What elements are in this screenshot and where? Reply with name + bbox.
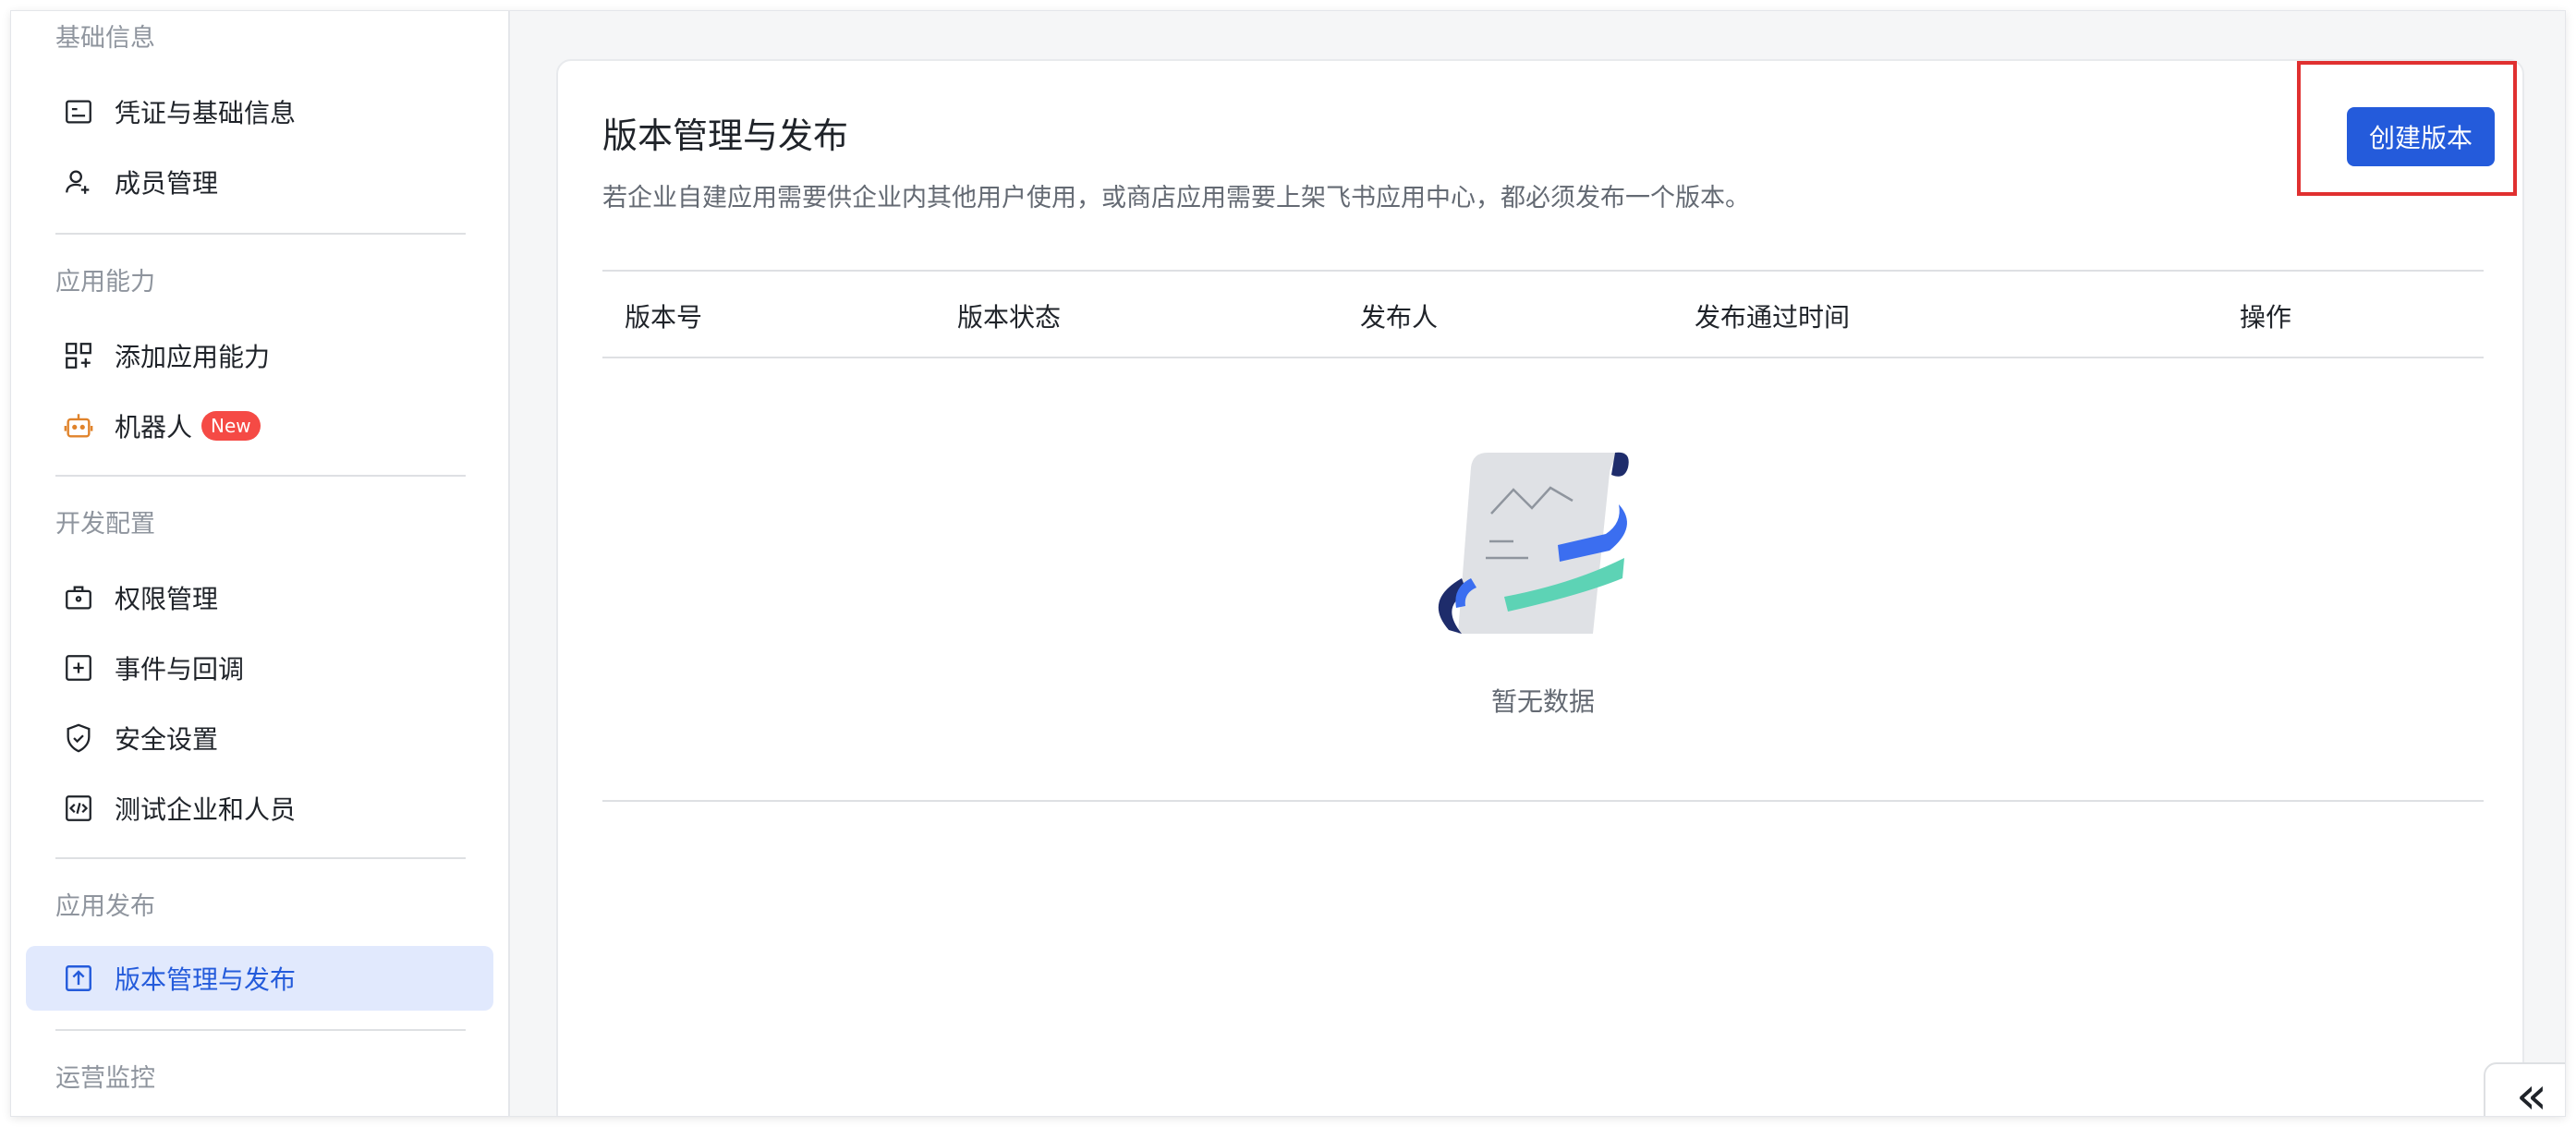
sidebar-item-credentials[interactable]: 凭证与基础信息 — [26, 79, 493, 144]
sidebar-item-label: 测试企业和人员 — [115, 794, 297, 825]
upload-icon — [63, 963, 94, 994]
empty-state: 暂无数据 — [602, 358, 2484, 802]
sidebar-item-test-org[interactable]: 测试企业和人员 — [26, 776, 493, 841]
sidebar-item-robot[interactable]: 机器人 New — [26, 394, 493, 458]
page-description: 若企业自建应用需要供企业内其他用户使用，或商店应用需要上架飞书应用中心，都必须发… — [602, 184, 1750, 212]
sidebar-item-label: 凭证与基础信息 — [115, 98, 297, 128]
sidebar-divider — [55, 857, 466, 859]
sidebar-divider — [55, 1029, 466, 1031]
credential-icon — [63, 96, 94, 127]
group-title-basic-info: 基础信息 — [55, 24, 155, 53]
sidebar-item-label: 版本管理与发布 — [115, 964, 297, 995]
column-header-actions: 操作 — [2240, 302, 2292, 333]
sidebar-item-events[interactable]: 事件与回调 — [26, 636, 493, 700]
sidebar-item-security[interactable]: 安全设置 — [26, 706, 493, 770]
sidebar-divider — [55, 233, 466, 235]
double-chevron-left-icon: « — [2515, 1066, 2548, 1117]
sidebar: 基础信息 凭证与基础信息 成员管理 应用能力 添加应用能力 机器人 New 开发… — [11, 11, 510, 1116]
column-header-version: 版本号 — [625, 302, 703, 333]
page-title: 版本管理与发布 — [602, 115, 849, 156]
table-header: 版本号 版本状态 发布人 发布通过时间 操作 — [602, 270, 2484, 358]
sidebar-item-label: 添加应用能力 — [115, 342, 271, 372]
apps-add-icon — [63, 340, 94, 371]
user-add-icon — [63, 166, 94, 198]
empty-state-text: 暂无数据 — [1490, 686, 1595, 717]
event-add-icon — [63, 652, 94, 684]
sidebar-item-label: 成员管理 — [115, 168, 219, 199]
collapse-sidebar-button[interactable]: « — [2484, 1062, 2565, 1116]
shield-check-icon — [63, 722, 94, 754]
sidebar-item-permissions[interactable]: 权限管理 — [26, 565, 493, 630]
group-title-dev-config: 开发配置 — [55, 510, 155, 539]
robot-icon — [63, 410, 94, 442]
group-title-operations: 运营监控 — [55, 1064, 155, 1093]
sidebar-item-label: 机器人 — [115, 412, 193, 442]
version-table: 版本号 版本状态 发布人 发布通过时间 操作 暂无数据 — [602, 270, 2484, 802]
empty-data-illustration — [1438, 452, 1629, 634]
column-header-approved-time: 发布通过时间 — [1695, 302, 1851, 333]
sidebar-item-label: 权限管理 — [115, 584, 219, 614]
group-title-app-capabilities: 应用能力 — [55, 268, 155, 297]
new-badge: New — [201, 411, 261, 441]
code-icon — [63, 793, 94, 824]
sidebar-item-label: 事件与回调 — [115, 654, 245, 685]
permission-icon — [63, 582, 94, 613]
sidebar-item-members[interactable]: 成员管理 — [26, 150, 493, 214]
sidebar-item-add-capability[interactable]: 添加应用能力 — [26, 323, 493, 388]
column-header-publisher: 发布人 — [1360, 302, 1439, 333]
app-window: 基础信息 凭证与基础信息 成员管理 应用能力 添加应用能力 机器人 New 开发… — [11, 11, 2565, 1116]
create-version-button[interactable]: 创建版本 — [2347, 107, 2495, 166]
sidebar-item-version-release[interactable]: 版本管理与发布 — [26, 946, 493, 1011]
sidebar-item-label: 安全设置 — [115, 724, 219, 755]
column-header-status: 版本状态 — [957, 302, 1062, 333]
version-management-card: 版本管理与发布 若企业自建应用需要供企业内其他用户使用，或商店应用需要上架飞书应… — [556, 59, 2524, 1116]
sidebar-divider — [55, 475, 466, 477]
group-title-app-release: 应用发布 — [55, 892, 155, 921]
